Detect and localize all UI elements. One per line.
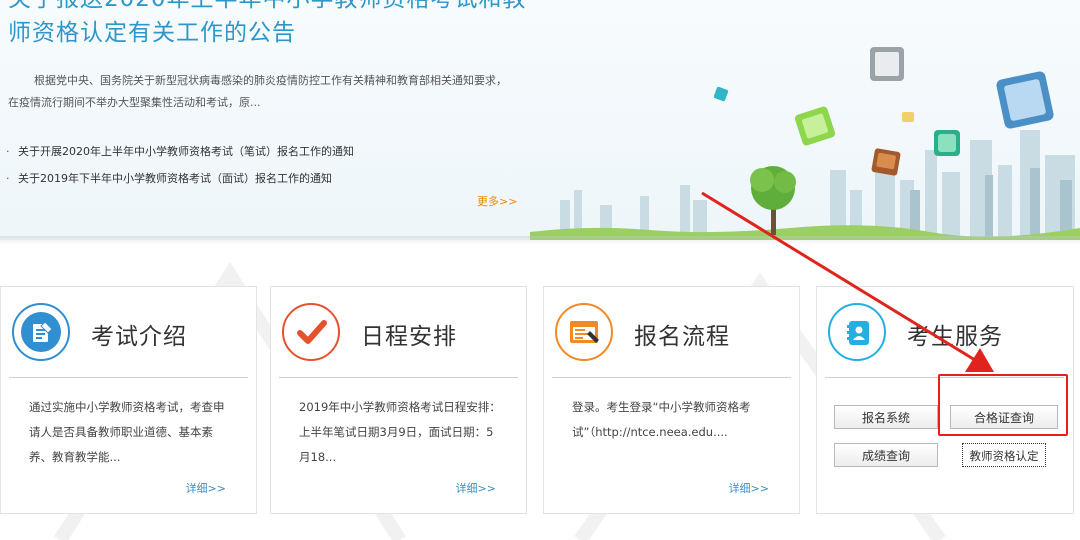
browser-window-icon: [555, 303, 613, 361]
announcement-summary: 根据党中央、国务院关于新型冠状病毒感染的肺炎疫情防控工作有关精神和教育部相关通知…: [8, 74, 507, 109]
detail-link[interactable]: 详细>>: [729, 480, 769, 496]
registration-system-button[interactable]: 报名系统: [834, 405, 938, 429]
card-title: 考生服务: [907, 324, 1003, 350]
floating-cubes: [713, 47, 1054, 176]
document-edit-icon: [12, 303, 70, 361]
card-divider: [552, 377, 791, 378]
score-query-button[interactable]: 成绩查询: [834, 443, 938, 467]
annotation-highlight-box: [938, 374, 1068, 436]
detail-link[interactable]: 详细>>: [186, 480, 226, 496]
bullet: ·: [6, 172, 10, 185]
tree: [750, 166, 796, 235]
card-title: 考试介绍: [91, 324, 187, 350]
news-item-link[interactable]: 关于开展2020年上半年中小学教师资格考试（笔试）报名工作的通知: [18, 145, 354, 158]
card-registration-process: 报名流程 登录。考生登录“中小学教师资格考试”（http://ntce.neea…: [543, 286, 800, 514]
banner-illustration: [530, 47, 1080, 240]
card-exam-intro: 考试介绍 通过实施中小学教师资格考试，考查申请人是否具备教师职业道德、基本素养、…: [0, 286, 257, 514]
announcement-banner: 关于报送2020年上半年中小学教师资格考试和教 师资格认定有关工作的公告 根据党…: [0, 0, 1080, 240]
card-description: 通过实施中小学教师资格考试，考查申请人是否具备教师职业道德、基本素养、教育教学能…: [29, 400, 225, 464]
card-description: 登录。考生登录“中小学教师资格考试”（http://ntce.neea.edu.…: [572, 400, 751, 439]
announcement-headline[interactable]: 关于报送2020年上半年中小学教师资格考试和教 师资格认定有关工作的公告: [8, 0, 528, 50]
bullet: ·: [6, 145, 10, 158]
news-item-link[interactable]: 关于2019年下半年中小学教师资格考试（面试）报名工作的通知: [18, 172, 332, 185]
checkmark-icon: [282, 303, 340, 361]
card-divider: [279, 377, 518, 378]
news-list: · 关于开展2020年上半年中小学教师资格考试（笔试）报名工作的通知 · 关于201…: [6, 138, 354, 192]
card-title: 报名流程: [634, 324, 730, 350]
headline-line-2[interactable]: 师资格认定有关工作的公告: [8, 16, 528, 50]
card-description: 2019年中小学教师资格考试日程安排：上半年笔试日期3月9日，面试日期：5月18…: [299, 400, 501, 464]
news-item[interactable]: · 关于开展2020年上半年中小学教师资格考试（笔试）报名工作的通知: [6, 138, 354, 165]
banner-divider: [0, 236, 1080, 244]
card-title: 日程安排: [361, 324, 457, 350]
more-link[interactable]: 更多>>: [477, 193, 517, 209]
detail-link[interactable]: 详细>>: [456, 480, 496, 496]
news-item[interactable]: · 关于2019年下半年中小学教师资格考试（面试）报名工作的通知: [6, 165, 354, 192]
teacher-qualification-button[interactable]: 教师资格认定: [962, 443, 1046, 467]
city-skyline: [560, 130, 1075, 240]
headline-line-1[interactable]: 关于报送2020年上半年中小学教师资格考试和教: [8, 0, 528, 16]
card-divider: [9, 377, 248, 378]
contact-book-icon: [828, 303, 886, 361]
card-schedule: 日程安排 2019年中小学教师资格考试日程安排：上半年笔试日期3月9日，面试日期…: [270, 286, 527, 514]
